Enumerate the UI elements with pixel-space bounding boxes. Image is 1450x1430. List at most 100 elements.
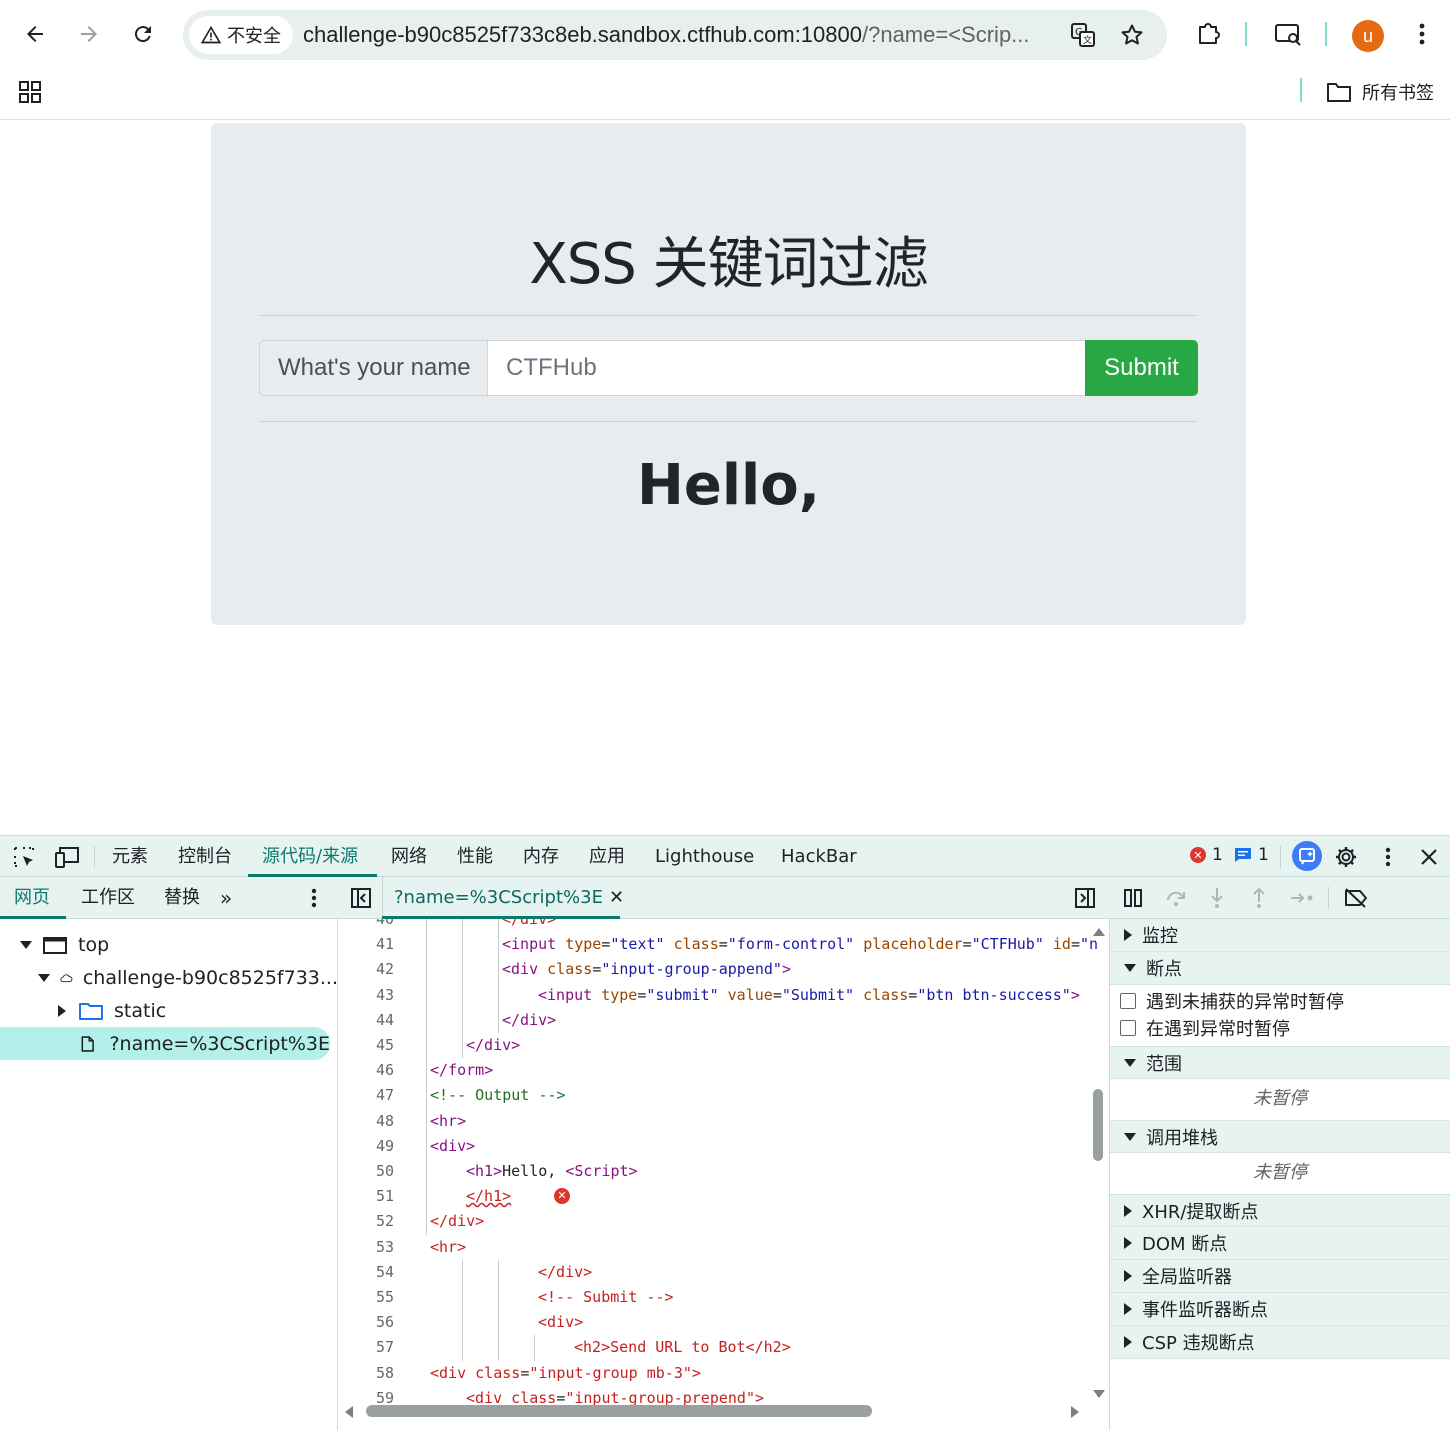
extensions-button[interactable] [1192, 18, 1224, 50]
code-line[interactable]: 57 <h2>Send URL to Bot</h2> [338, 1335, 1098, 1360]
line-number[interactable]: 57 [338, 1335, 394, 1360]
cast-search-button[interactable] [1272, 18, 1304, 50]
security-chip[interactable]: 不安全 [189, 16, 293, 54]
open-file-tab[interactable]: ?name=%3CScript%3E ✕ [394, 877, 624, 919]
code-line[interactable]: 47 <!-- Output --> [338, 1083, 1098, 1108]
inspect-element-button[interactable] [12, 845, 36, 869]
code-line[interactable]: 59 <div class="input-group-prepend"> [338, 1386, 1098, 1405]
code-line[interactable]: 52 </div> [338, 1209, 1098, 1234]
error-counter[interactable]: ✕ 1 [1190, 845, 1223, 865]
section-csp-breakpoints[interactable]: CSP 违规断点 [1110, 1326, 1450, 1359]
address-bar[interactable]: 不安全 challenge-b90c8525f733c8eb.sandbox.c… [183, 10, 1167, 60]
code-line[interactable]: 43 <input type="submit" value="Submit" cl… [338, 983, 1098, 1008]
pause-uncaught-checkbox[interactable]: 遇到未捕获的异常时暂停 [1110, 987, 1450, 1014]
close-devtools-button[interactable] [1418, 845, 1440, 869]
browser-menu-button[interactable] [1406, 18, 1438, 50]
line-number[interactable]: 50 [338, 1159, 394, 1184]
section-dom-breakpoints[interactable]: DOM 断点 [1110, 1227, 1450, 1260]
toggle-debugger-button[interactable] [1074, 887, 1096, 909]
section-call-stack[interactable]: 调用堆栈 [1110, 1120, 1450, 1153]
pause-caught-checkbox[interactable]: 在遇到异常时暂停 [1110, 1014, 1450, 1041]
message-counter[interactable]: 1 [1234, 845, 1269, 865]
vertical-scrollbar[interactable] [1093, 1089, 1103, 1161]
line-number[interactable]: 59 [338, 1386, 394, 1405]
tab-network[interactable]: 网络 [391, 836, 427, 877]
code-line[interactable]: 49 <div> [338, 1134, 1098, 1159]
ai-assistant-button[interactable] [1292, 841, 1322, 871]
line-number[interactable]: 41 [338, 932, 394, 957]
name-input[interactable] [487, 340, 1086, 396]
line-number[interactable]: 52 [338, 1209, 394, 1234]
line-number[interactable]: 55 [338, 1285, 394, 1310]
line-number[interactable]: 46 [338, 1058, 394, 1083]
toggle-navigator-button[interactable] [350, 887, 372, 909]
line-number[interactable]: 54 [338, 1260, 394, 1285]
section-watch[interactable]: 监控 [1110, 919, 1450, 952]
scroll-right-icon[interactable] [1070, 1405, 1080, 1419]
tab-console[interactable]: 控制台 [178, 836, 232, 877]
line-number[interactable]: 56 [338, 1310, 394, 1335]
tab-sources[interactable]: 源代码/来源 [262, 836, 358, 877]
tree-item-domain[interactable]: challenge-b90c8525f733... [0, 961, 338, 994]
apps-grid-icon[interactable] [18, 80, 42, 104]
line-number[interactable]: 49 [338, 1134, 394, 1159]
close-tab-icon[interactable]: ✕ [609, 887, 624, 908]
tab-lighthouse[interactable]: Lighthouse [655, 836, 754, 877]
nav-tab-overrides[interactable]: 替换 [164, 877, 200, 919]
section-breakpoints[interactable]: 断点 [1110, 952, 1450, 985]
code-line[interactable]: 40 </div> [338, 919, 1098, 932]
line-number[interactable]: 47 [338, 1083, 394, 1108]
section-global-listeners[interactable]: 全局监听器 [1110, 1260, 1450, 1293]
nav-tab-workspace[interactable]: 工作区 [81, 877, 135, 919]
code-line[interactable]: 56 <div> [338, 1310, 1098, 1335]
line-number[interactable]: 58 [338, 1361, 394, 1386]
pause-resume-button[interactable] [1122, 887, 1144, 909]
code-line[interactable]: 46 </form> [338, 1058, 1098, 1083]
tab-memory[interactable]: 内存 [523, 836, 559, 877]
section-event-listener-breakpoints[interactable]: 事件监听器断点 [1110, 1293, 1450, 1326]
profile-avatar[interactable]: u [1352, 20, 1384, 52]
scroll-down-icon[interactable] [1092, 1389, 1106, 1399]
line-number[interactable]: 43 [338, 983, 394, 1008]
more-tabs-button[interactable]: » [220, 877, 232, 919]
reload-button[interactable] [123, 14, 163, 54]
line-number[interactable]: 42 [338, 957, 394, 982]
line-number[interactable]: 40 [338, 919, 394, 932]
devtools-menu-button[interactable] [1378, 845, 1398, 869]
tab-hackbar[interactable]: HackBar [781, 836, 857, 877]
scroll-up-icon[interactable] [1092, 927, 1106, 937]
nav-tab-page[interactable]: 网页 [14, 877, 50, 919]
all-bookmarks-button[interactable]: 所有书签 [1326, 76, 1434, 108]
tree-item-file[interactable]: ?name=%3CScript%3E [0, 1027, 330, 1060]
tab-performance[interactable]: 性能 [457, 836, 493, 877]
url-text[interactable]: challenge-b90c8525f733c8eb.sandbox.ctfhu… [303, 10, 1030, 60]
tab-elements[interactable]: 元素 [112, 836, 148, 877]
line-number[interactable]: 44 [338, 1008, 394, 1033]
code-line[interactable]: 58 <div class="input-group mb-3"> [338, 1361, 1098, 1386]
bookmark-star-button[interactable] [1118, 21, 1146, 49]
code-line[interactable]: 44 </div> [338, 1008, 1098, 1033]
code-line[interactable]: 50 <h1>Hello, <Script> [338, 1159, 1098, 1184]
translate-button[interactable]: G文 [1069, 21, 1097, 49]
code-line[interactable]: 42 <div class="input-group-append"> [338, 957, 1098, 982]
error-marker-icon[interactable]: ✕ [554, 1188, 570, 1205]
code-line[interactable]: 48 <hr> [338, 1109, 1098, 1134]
section-scope[interactable]: 范围 [1110, 1046, 1450, 1079]
line-number[interactable]: 48 [338, 1109, 394, 1134]
back-button[interactable] [15, 14, 55, 54]
navigator-menu-button[interactable] [308, 888, 320, 908]
horizontal-scrollbar[interactable] [366, 1405, 872, 1417]
step-over-button[interactable] [1164, 887, 1188, 909]
step-into-button[interactable] [1206, 885, 1228, 911]
line-number[interactable]: 45 [338, 1033, 394, 1058]
tree-item-top[interactable]: top [0, 928, 338, 961]
device-toolbar-button[interactable] [54, 845, 80, 869]
submit-button[interactable]: Submit [1085, 340, 1198, 396]
section-xhr-breakpoints[interactable]: XHR/提取断点 [1110, 1194, 1450, 1227]
scroll-left-icon[interactable] [344, 1405, 354, 1419]
step-out-button[interactable] [1248, 885, 1270, 911]
forward-button[interactable] [69, 14, 109, 54]
code-line[interactable]: 55 <!-- Submit --> [338, 1285, 1098, 1310]
deactivate-breakpoints-button[interactable] [1342, 886, 1370, 910]
tab-application[interactable]: 应用 [589, 836, 625, 877]
